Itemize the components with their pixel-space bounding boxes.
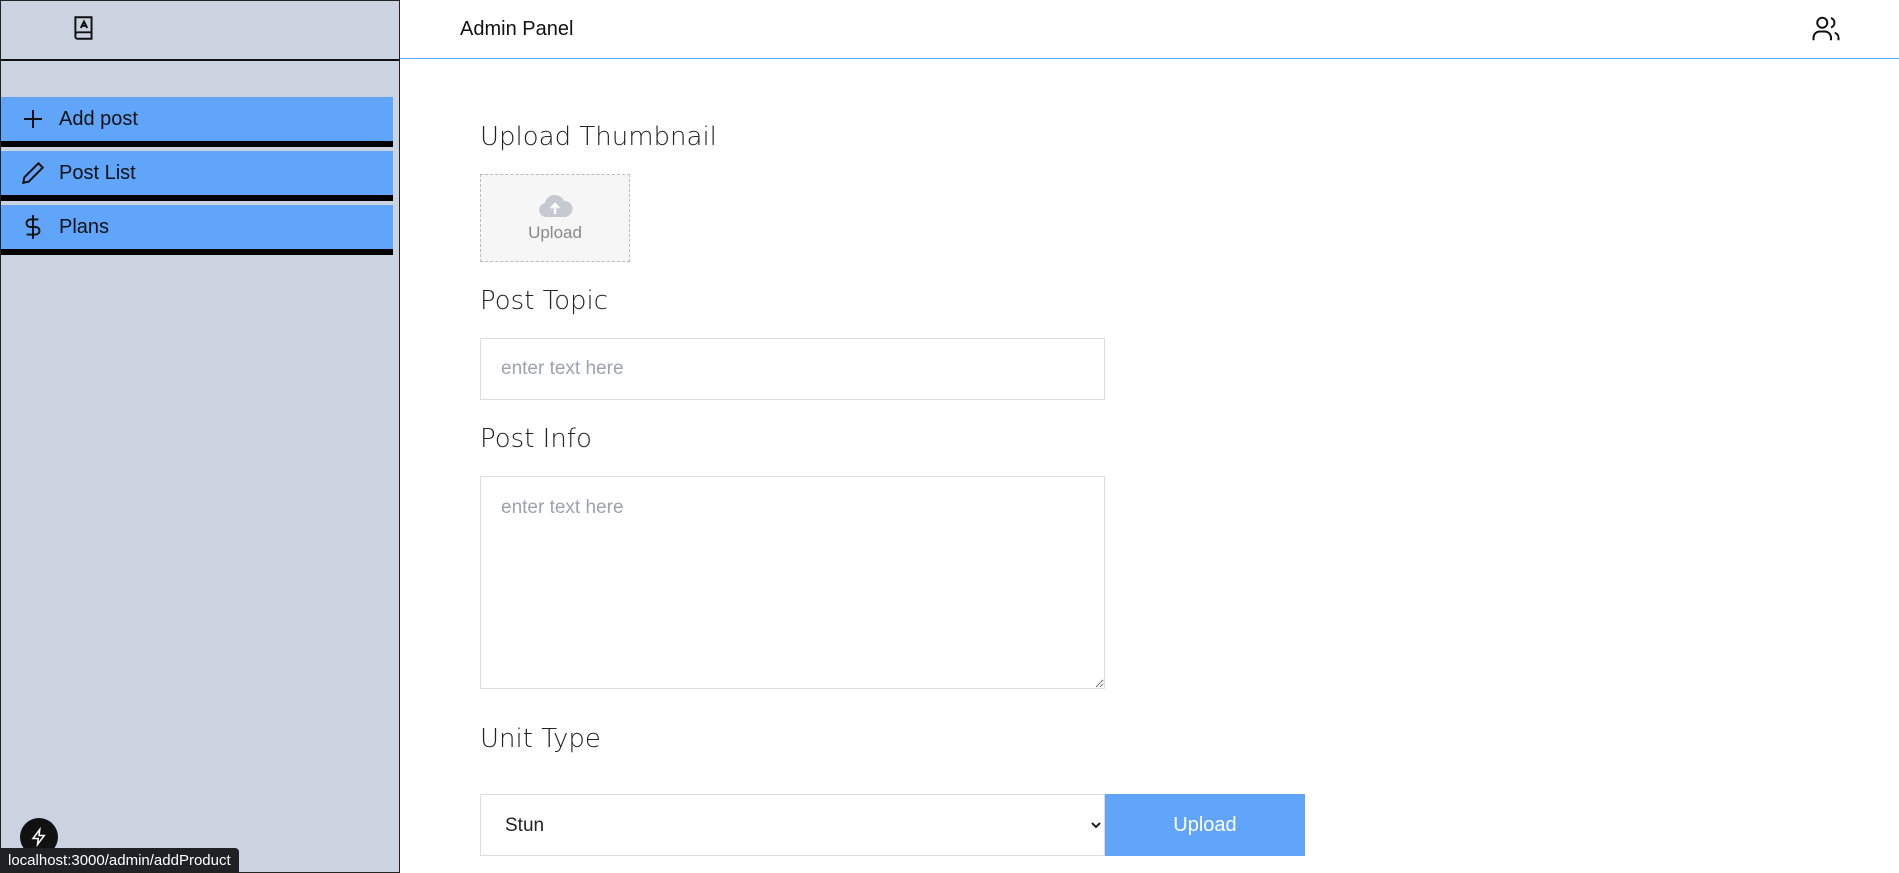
upload-button[interactable]: Upload	[1105, 794, 1305, 856]
sidebar-item-plans[interactable]: Plans	[1, 205, 393, 255]
sidebar: Add post Post List Plans	[0, 0, 400, 873]
dollar-icon	[19, 213, 47, 241]
plus-icon	[19, 105, 47, 133]
post-info-textarea[interactable]	[480, 476, 1105, 689]
sidebar-header	[1, 1, 399, 61]
sidebar-item-label: Add post	[59, 107, 138, 130]
add-post-form: Upload Thumbnail Upload Post Topic Post …	[480, 100, 1305, 856]
sidebar-item-post-list[interactable]: Post List	[1, 151, 393, 201]
post-topic-input[interactable]	[480, 338, 1105, 400]
thumbnail-upload-area[interactable]: Upload	[480, 174, 630, 262]
unit-row: Stun Upload	[480, 794, 1305, 856]
sidebar-item-add-post[interactable]: Add post	[1, 97, 393, 147]
topbar: Admin Panel	[400, 0, 1899, 59]
post-info-label: Post Info	[480, 424, 592, 454]
sidebar-item-label: Plans	[59, 215, 110, 238]
book-logo-icon[interactable]	[71, 14, 97, 47]
upload-text: Upload	[528, 223, 582, 242]
users-icon[interactable]	[1811, 14, 1841, 44]
sidebar-nav: Add post Post List Plans	[1, 97, 399, 255]
pencil-icon	[19, 159, 47, 187]
post-topic-label: Post Topic	[480, 286, 609, 316]
unit-type-label: Unit Type	[480, 724, 601, 754]
unit-type-select[interactable]: Stun	[480, 794, 1105, 856]
page-title: Admin Panel	[460, 17, 574, 40]
sidebar-item-label: Post List	[59, 161, 136, 184]
cloud-upload-icon	[539, 194, 573, 217]
thumbnail-label: Upload Thumbnail	[480, 122, 717, 152]
status-bar-url: localhost:3000/admin/addProduct	[0, 848, 239, 873]
